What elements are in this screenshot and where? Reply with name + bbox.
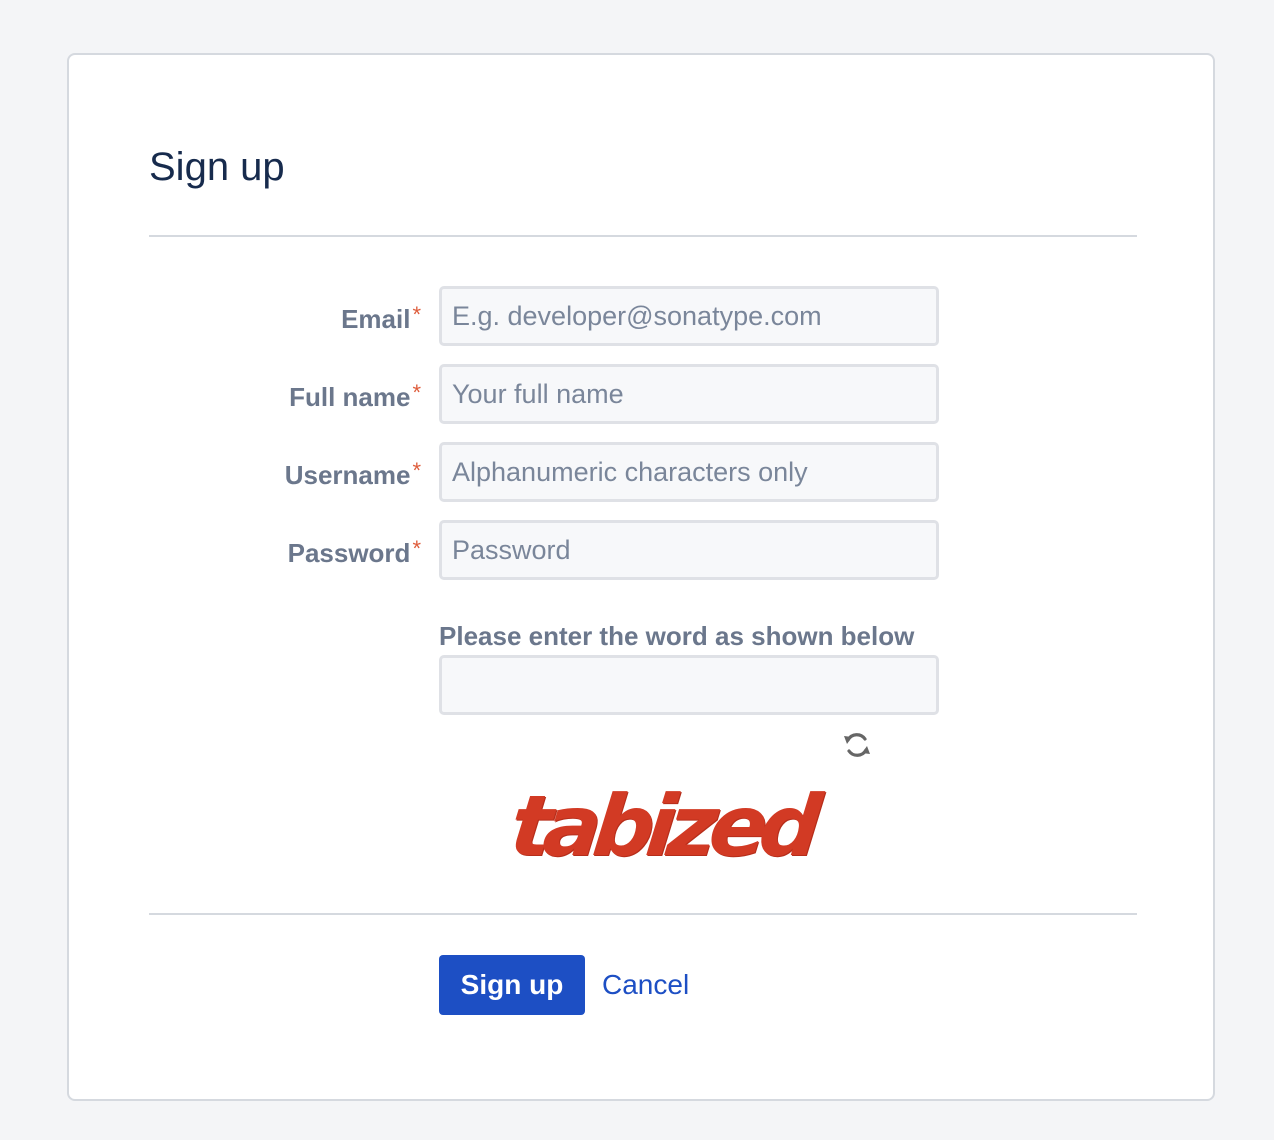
- captcha-word: tabized: [505, 777, 819, 875]
- refresh-icon[interactable]: [839, 727, 875, 763]
- email-field[interactable]: [439, 286, 939, 346]
- full-name-row: Full name*: [69, 364, 1217, 424]
- required-marker: *: [412, 536, 421, 561]
- signup-card: Sign up Email* Full name* Username* Pass…: [67, 53, 1215, 1101]
- email-label: Email*: [341, 302, 421, 334]
- page-title: Sign up: [149, 145, 285, 189]
- full-name-label: Full name*: [289, 380, 421, 412]
- captcha-field[interactable]: [439, 655, 939, 715]
- email-row: Email*: [69, 286, 1217, 346]
- captcha-label: Please enter the word as shown below: [439, 621, 915, 651]
- sign-up-button[interactable]: Sign up: [439, 955, 585, 1015]
- captcha-image: tabized: [501, 777, 823, 875]
- required-marker: *: [412, 458, 421, 483]
- full-name-field[interactable]: [439, 364, 939, 424]
- required-marker: *: [412, 302, 421, 327]
- password-label: Password*: [287, 536, 421, 568]
- header-divider: [149, 235, 1137, 237]
- cancel-link[interactable]: Cancel: [602, 967, 689, 1003]
- required-marker: *: [412, 380, 421, 405]
- footer-divider: [149, 913, 1137, 915]
- username-label: Username*: [284, 458, 421, 490]
- password-field[interactable]: [439, 520, 939, 580]
- username-row: Username*: [69, 442, 1217, 502]
- password-row: Password*: [69, 520, 1217, 580]
- username-field[interactable]: [439, 442, 939, 502]
